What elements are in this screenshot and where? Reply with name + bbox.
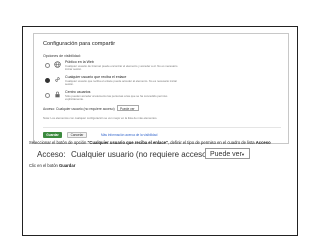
dialog-title: Configuración para compartir	[43, 41, 116, 47]
instruction-text: Seleccionar el botón de opción	[29, 140, 88, 145]
instruction-bold: Guardar	[59, 163, 76, 168]
lock-icon	[54, 91, 61, 98]
option-public-web[interactable]: Público en la Web Cualquier usuario de I…	[43, 60, 193, 75]
zoom-permission-select[interactable]: Puede ver ▼	[205, 148, 250, 159]
instruction-bold: Acceso	[255, 140, 271, 145]
cancel-button[interactable]: Cancelar	[67, 132, 87, 138]
visibility-info-link[interactable]: Más información acerca de la visibilidad	[101, 133, 157, 137]
option-description: Sólo pueden acceder al elemento las pers…	[65, 93, 168, 101]
access-value: Cualquier usuario (no requiere acceso)	[56, 107, 115, 111]
sharing-settings-dialog: Configuración para compartir Opciones de…	[33, 33, 289, 144]
access-label: Acceso:	[43, 107, 56, 111]
save-button[interactable]: Guardar	[43, 132, 62, 138]
zoom-select-value: Puede ver	[210, 150, 242, 158]
option-anyone-with-link[interactable]: Cualquier usuario que reciba el enlace C…	[43, 75, 193, 90]
instruction-bold: "Cualquier usuario que reciba el enlace"	[87, 140, 168, 145]
access-row: Acceso: Cualquier usuario (no requiere a…	[43, 107, 115, 111]
link-icon	[54, 76, 61, 83]
instruction-text: , definir el tipo de permiso en el cuadr…	[167, 140, 256, 145]
option-description: Cualquier usuario de Internet puede enco…	[65, 63, 178, 71]
globe-icon	[54, 61, 61, 68]
radio-button[interactable]	[45, 63, 50, 68]
slide-frame: Configuración para compartir Opciones de…	[22, 26, 298, 236]
visibility-options-label: Opciones de visibilidad:	[43, 54, 81, 58]
instruction-line-1: Seleccionar el botón de opción "Cualquie…	[29, 140, 271, 145]
zoomed-access-row: Acceso: Cualquier usuario (no requiere a…	[31, 148, 291, 162]
radio-button[interactable]	[45, 93, 50, 98]
chevron-down-icon: ▼	[241, 152, 245, 157]
zoom-access-label: Acceso:	[37, 150, 66, 159]
instruction-line-2: Clic en el botón Guardar	[29, 163, 75, 168]
radio-button-checked[interactable]	[45, 78, 50, 83]
option-specific-users[interactable]: Centro usuarios Sólo pueden acceder al e…	[43, 90, 193, 105]
zoom-access-value: Cualquier usuario (no requiere acceso)	[71, 150, 210, 159]
note-text: Nota: Los elementos con cualquier config…	[43, 116, 158, 120]
access-permission-select[interactable]: Puede ver	[117, 105, 139, 111]
divider	[43, 127, 281, 128]
instruction-text: Clic en el botón	[29, 163, 60, 168]
option-description: Cualquier usuario que reciba el enlace p…	[65, 78, 178, 86]
